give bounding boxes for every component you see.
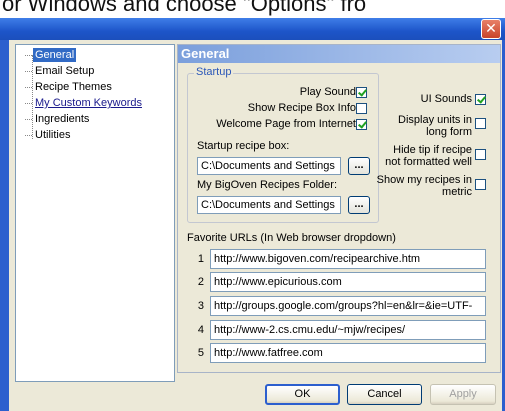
welcome-page-label: Welcome Page from Internet	[216, 118, 356, 130]
show-metric-checkbox[interactable]	[475, 179, 486, 190]
panel-title: General	[178, 45, 500, 63]
startup-recipe-box-label: Startup recipe box:	[197, 140, 290, 152]
title-bar: ✕	[0, 18, 505, 40]
display-units-label: Display units in	[398, 114, 472, 126]
tree-connector	[25, 103, 32, 104]
dialog-client-area: General Email Setup Recipe Themes My Cus…	[9, 40, 502, 411]
hide-tip-checkbox[interactable]	[475, 149, 486, 160]
tree-item-label: Ingredients	[35, 113, 90, 125]
display-units-label-line2: long form	[426, 126, 472, 138]
favorite-url-input[interactable]: http://www-2.cs.cmu.edu/~mjw/recipes/	[210, 320, 486, 340]
show-recipe-box-info-label: Show Recipe Box Info	[247, 102, 356, 114]
tree-item-label: Utilities	[35, 129, 71, 141]
url-number: 1	[197, 253, 204, 265]
tree-connector	[25, 119, 32, 120]
tree-item-recipe-themes[interactable]: Recipe Themes	[25, 80, 114, 94]
favorite-url-input[interactable]: http://www.epicurious.com	[210, 272, 486, 292]
caption-text: or Windows and choose "Options" fro	[2, 0, 367, 16]
options-tree: General Email Setup Recipe Themes My Cus…	[15, 44, 175, 382]
tree-connector	[25, 55, 32, 56]
tree-item-label: Email Setup	[35, 65, 95, 77]
show-recipe-box-info-checkbox[interactable]	[356, 103, 367, 114]
play-sound-checkbox[interactable]	[356, 87, 367, 98]
startup-legend: Startup	[194, 66, 234, 78]
tree-connector	[25, 71, 32, 72]
ui-sounds-checkbox[interactable]	[475, 94, 486, 105]
cancel-button[interactable]: Cancel	[347, 384, 422, 405]
favorite-url-input[interactable]: http://groups.google.com/groups?hl=en&lr…	[210, 296, 486, 316]
tree-item-ingredients[interactable]: Ingredients	[25, 112, 91, 126]
favorite-url-input[interactable]: http://www.fatfree.com	[210, 343, 486, 363]
tree-item-label: Recipe Themes	[35, 81, 112, 93]
apply-button[interactable]: Apply	[430, 384, 496, 405]
tutorial-caption: or Windows and choose "Options" fro	[0, 0, 505, 18]
ui-sounds-label: UI Sounds	[420, 93, 472, 105]
startup-group: Startup Play Sound Show Recipe Box Info …	[187, 66, 379, 223]
tree-item-general[interactable]: General	[25, 48, 77, 62]
show-metric-label: Show my recipes in	[376, 174, 472, 186]
tree-connector	[25, 87, 32, 88]
url-number: 2	[197, 276, 204, 288]
url-number: 4	[197, 324, 204, 336]
close-icon[interactable]: ✕	[481, 19, 501, 39]
ok-button[interactable]: OK	[265, 384, 340, 405]
hide-tip-label: Hide tip if recipe	[393, 144, 472, 156]
show-metric-label-line2: metric	[442, 186, 472, 198]
bigoven-folder-label: My BigOven Recipes Folder:	[197, 179, 337, 191]
tree-item-label: General	[35, 49, 75, 61]
tree-item-utilities[interactable]: Utilities	[25, 128, 72, 142]
favorite-url-input[interactable]: http://www.bigoven.com/recipearchive.htm	[210, 249, 486, 269]
welcome-page-checkbox[interactable]	[356, 119, 367, 130]
bigoven-folder-input[interactable]: C:\Documents and Settings	[197, 196, 341, 214]
tree-item-label: My Custom Keywords	[35, 97, 142, 109]
url-number: 5	[197, 347, 204, 359]
general-panel: General Startup Play Sound Show Recipe B…	[177, 44, 501, 373]
folder-browse-button[interactable]: ...	[348, 196, 370, 214]
display-units-checkbox[interactable]	[475, 118, 486, 129]
url-number: 3	[197, 300, 204, 312]
favorite-urls-label: Favorite URLs (In Web browser dropdown)	[187, 232, 396, 244]
tree-item-my-custom-keywords[interactable]: My Custom Keywords	[25, 96, 144, 110]
startup-browse-button[interactable]: ...	[348, 157, 370, 175]
play-sound-label: Play Sound	[299, 86, 356, 98]
options-window: ✕ General Email Setup Recipe Themes My C…	[0, 18, 505, 411]
hide-tip-label-line2: not formatted well	[385, 156, 472, 168]
tree-connector	[25, 135, 32, 136]
tree-item-email-setup[interactable]: Email Setup	[25, 64, 96, 78]
startup-recipe-box-input[interactable]: C:\Documents and Settings	[197, 157, 341, 175]
